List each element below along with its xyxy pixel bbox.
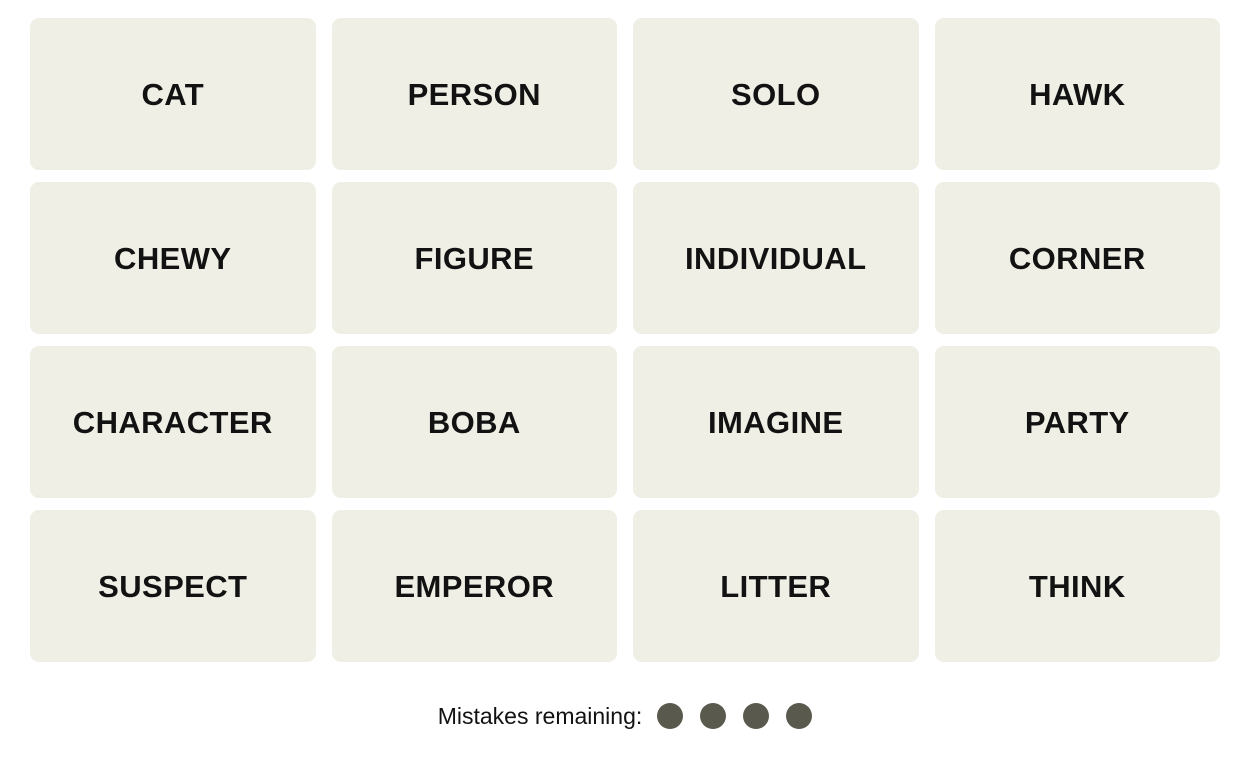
word-tile[interactable]: CORNER xyxy=(934,182,1220,334)
word-grid: CAT PERSON SOLO HAWK CHEWY FIGURE INDIVI… xyxy=(30,18,1220,662)
word-tile[interactable]: INDIVIDUAL xyxy=(633,182,919,334)
word-tile[interactable]: FIGURE xyxy=(331,182,617,334)
word-tile[interactable]: BOBA xyxy=(331,346,617,498)
mistakes-remaining-label: Mistakes remaining: xyxy=(437,702,643,729)
word-tile-label: CAT xyxy=(141,76,205,112)
word-tile-label: SOLO xyxy=(731,76,821,112)
word-tile[interactable]: THINK xyxy=(934,510,1220,662)
word-tile-label: EMPEROR xyxy=(394,568,555,604)
word-tile[interactable]: PERSON xyxy=(331,18,617,170)
mistake-dot-icon xyxy=(700,703,727,729)
connections-game: CAT PERSON SOLO HAWK CHEWY FIGURE INDIVI… xyxy=(0,0,1250,780)
word-tile-label: CHEWY xyxy=(114,240,232,276)
word-tile-label: SUSPECT xyxy=(98,568,248,604)
word-tile[interactable]: LITTER xyxy=(633,510,919,662)
word-tile[interactable]: CAT xyxy=(30,18,316,170)
word-tile-label: BOBA xyxy=(427,404,521,440)
mistake-dot-list xyxy=(657,703,813,729)
word-tile[interactable]: EMPEROR xyxy=(331,510,617,662)
word-tile[interactable]: CHEWY xyxy=(30,182,316,334)
word-tile[interactable]: IMAGINE xyxy=(633,346,919,498)
word-tile[interactable]: SOLO xyxy=(633,18,919,170)
word-tile[interactable]: PARTY xyxy=(934,346,1220,498)
word-tile[interactable]: CHARACTER xyxy=(30,346,316,498)
mistake-dot-icon xyxy=(786,703,813,729)
word-tile[interactable]: HAWK xyxy=(934,18,1220,170)
mistake-dot-icon xyxy=(657,703,684,729)
word-tile-label: CORNER xyxy=(1008,240,1146,276)
word-tile-label: THINK xyxy=(1028,568,1126,604)
word-tile-label: FIGURE xyxy=(414,240,534,276)
word-tile-label: PERSON xyxy=(407,76,541,112)
mistake-dot-icon xyxy=(743,703,770,729)
word-tile-label: PARTY xyxy=(1024,404,1130,440)
word-tile[interactable]: SUSPECT xyxy=(30,510,316,662)
word-tile-label: INDIVIDUAL xyxy=(685,240,867,276)
word-tile-label: IMAGINE xyxy=(708,404,844,440)
word-tile-label: CHARACTER xyxy=(72,404,273,440)
word-tile-label: HAWK xyxy=(1029,76,1126,112)
word-tile-label: LITTER xyxy=(720,568,832,604)
mistakes-remaining: Mistakes remaining: xyxy=(438,703,813,729)
